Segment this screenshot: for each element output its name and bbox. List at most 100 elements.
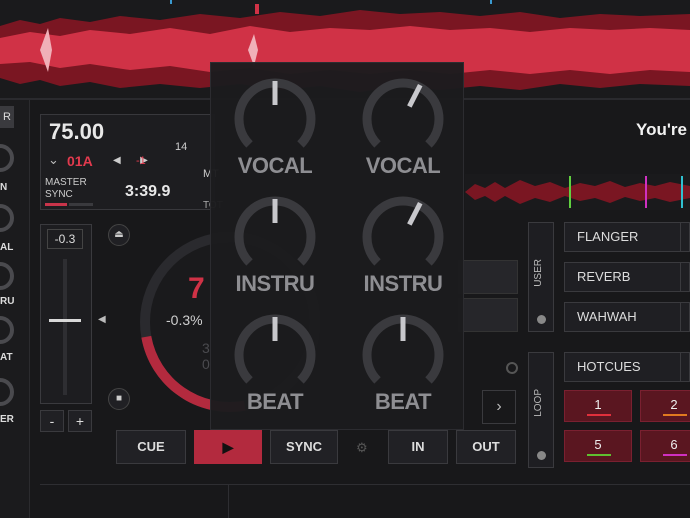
stem-knob-beat-left[interactable]: BEAT <box>215 303 335 421</box>
strip-knob[interactable] <box>0 262 14 290</box>
mini-waveform[interactable] <box>465 174 690 210</box>
loop-panel-label: LOOP <box>533 389 544 417</box>
strip-label: N <box>0 182 8 193</box>
knob-icon <box>362 314 444 384</box>
user-panel-label: USER <box>533 259 544 287</box>
hotcue-pad-5[interactable]: 5 <box>564 430 632 462</box>
stem-label-vocal: VOCAL <box>237 153 313 178</box>
deck-info-box: 75.00 14 ⌄ 01A ◀ ▶ -1 MT MASTER SYNC 3:3… <box>40 114 223 211</box>
strip-label: AT <box>0 352 13 363</box>
platter-number: 7 <box>188 272 205 305</box>
hotcue-color-bar <box>663 414 687 416</box>
hotcue-pad-2[interactable]: 2 <box>640 390 690 422</box>
stem-label-vocal: VOCAL <box>365 153 441 178</box>
effect-slot-3[interactable]: WAHWAH <box>564 302 684 332</box>
track-title: You're <box>636 120 687 139</box>
pitch-readout: -0.3 <box>47 229 83 249</box>
pitch-plus-button[interactable]: + <box>68 410 92 432</box>
stem-knob-beat-right[interactable]: BEAT <box>343 303 463 421</box>
strip-knob[interactable] <box>0 144 14 172</box>
radio-dot[interactable] <box>506 362 518 374</box>
play-button[interactable]: ▶ <box>194 430 262 464</box>
stem-label-beat: BEAT <box>246 389 304 414</box>
effect-slot-1-arrow[interactable] <box>680 222 690 252</box>
left-deck-strip: R N AL RU AT ER <box>0 100 30 518</box>
effect-slot-1[interactable]: FLANGER <box>564 222 684 252</box>
knob-icon <box>234 314 316 384</box>
strip-knob[interactable] <box>0 378 14 406</box>
knob-track <box>362 78 444 148</box>
pad-slot[interactable] <box>458 298 518 332</box>
loop-out-button[interactable]: OUT <box>456 430 516 464</box>
knob-icon <box>234 78 316 148</box>
stems-popup: VOCAL VOCAL INSTRU INSTRU BEAT BEAT <box>210 62 464 430</box>
loop-panel[interactable]: LOOP <box>528 352 554 468</box>
time-display: 3:39.9 <box>125 183 171 200</box>
hotcue-label: 1 <box>594 397 602 412</box>
loop-panel-dot[interactable] <box>537 451 546 460</box>
hotcue-label: 2 <box>670 397 678 412</box>
stem-label-instru: INSTRU <box>235 271 315 296</box>
beat-counter: 14 <box>175 141 188 153</box>
stem-knob-vocal-right[interactable]: VOCAL <box>343 67 463 185</box>
stem-label-beat: BEAT <box>374 389 432 414</box>
hotcue-label: 5 <box>594 437 602 452</box>
triangle-left-icon: ◀ <box>98 314 106 325</box>
master-sync-label[interactable]: MASTER SYNC <box>45 177 87 201</box>
knob-track <box>362 196 444 266</box>
hotcue-pad-1[interactable]: 1 <box>564 390 632 422</box>
strip-tab[interactable]: R <box>0 106 14 128</box>
key-display[interactable]: 01A <box>67 153 93 169</box>
hotcue-label: 6 <box>670 437 678 452</box>
bpm-display: 75.00 <box>49 119 105 144</box>
strip-label: AL <box>0 242 14 253</box>
sync-indicator-off <box>69 203 93 206</box>
pad-slot[interactable] <box>458 260 518 294</box>
pitch-minus-button[interactable]: - <box>40 410 64 432</box>
hotcue-pad-6[interactable]: 6 <box>640 430 690 462</box>
platter-dim-text: 30 <box>202 340 210 372</box>
user-panel-dot[interactable] <box>537 315 546 324</box>
knob-icon <box>362 196 444 266</box>
eject-icon[interactable]: ⏏ <box>108 224 130 246</box>
stop-icon[interactable]: ■ <box>108 388 130 410</box>
platter-pitch: -0.3% <box>166 312 203 328</box>
bottom-divider <box>228 484 229 518</box>
effect-slot-2[interactable]: REVERB <box>564 262 684 292</box>
hotcue-color-bar <box>663 454 687 456</box>
knob-icon <box>234 196 316 266</box>
hotcue-color-bar <box>587 414 611 416</box>
platter-dim-2: 0 <box>202 356 210 372</box>
knob-icon <box>362 78 444 148</box>
pitch-slot <box>63 259 67 395</box>
stem-label-instru: INSTRU <box>363 271 443 296</box>
pad-mode-arrow[interactable] <box>680 352 690 382</box>
pad-mode-select[interactable]: HOTCUES <box>564 352 684 382</box>
chevron-down-icon[interactable]: ⌄ <box>48 152 59 168</box>
sync-indicator <box>45 203 67 206</box>
strip-label: RU <box>0 296 15 307</box>
platter-dim-1: 3 <box>202 340 210 356</box>
strip-knob[interactable] <box>0 204 14 232</box>
chevron-right-icon[interactable]: › <box>482 390 516 424</box>
hotcue-color-bar <box>587 454 611 456</box>
gear-icon[interactable]: ⚙ <box>356 440 368 456</box>
sync-label: SYNC <box>45 189 73 200</box>
effect-slot-3-arrow[interactable] <box>680 302 690 332</box>
effect-slot-2-arrow[interactable] <box>680 262 690 292</box>
strip-label: ER <box>0 414 14 425</box>
cue-button[interactable]: CUE <box>116 430 186 464</box>
bottom-bar <box>40 484 690 518</box>
stem-knob-instru-left[interactable]: INSTRU <box>215 185 335 303</box>
stem-knob-vocal-left[interactable]: VOCAL <box>215 67 335 185</box>
master-label: MASTER <box>45 177 87 188</box>
key-shift-value: -1 <box>136 155 146 167</box>
mini-waveform-graphic <box>465 176 690 208</box>
pitch-fader-box: -0.3 <box>40 224 92 404</box>
stem-knob-instru-right[interactable]: INSTRU <box>343 185 463 303</box>
loop-in-button[interactable]: IN <box>388 430 448 464</box>
sync-button[interactable]: SYNC <box>270 430 338 464</box>
strip-knob[interactable] <box>0 316 14 344</box>
user-panel[interactable]: USER <box>528 222 554 332</box>
pitch-fader-handle[interactable] <box>49 319 81 322</box>
